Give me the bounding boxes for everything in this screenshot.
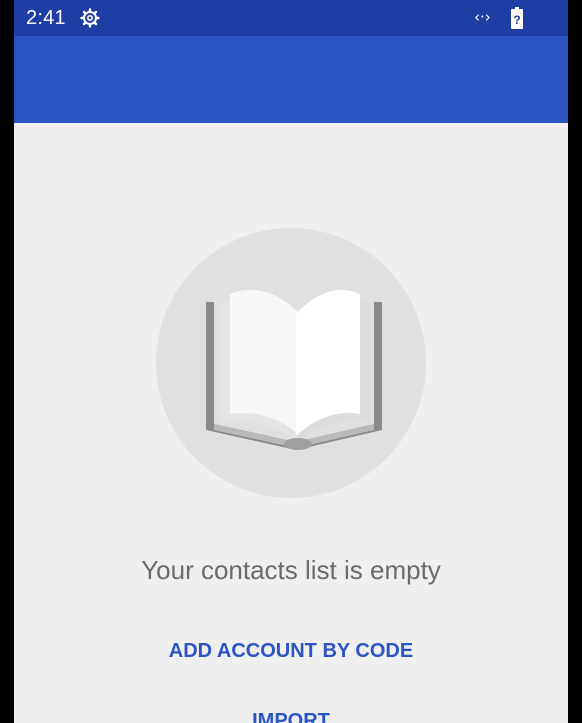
open-book-icon — [206, 289, 382, 450]
screen: 2:41 ‹·› ? Your contacts list is empty A… — [14, 0, 568, 723]
add-account-by-code-button[interactable]: ADD ACCOUNT BY CODE — [14, 640, 568, 663]
battery-icon: ? — [511, 7, 523, 29]
app-bar — [14, 36, 568, 123]
import-button[interactable]: IMPORT — [14, 710, 568, 723]
data-transfer-icon: ‹·› — [474, 8, 491, 26]
status-bar: 2:41 ‹·› ? — [14, 0, 568, 36]
gear-icon — [80, 8, 100, 28]
empty-state-message: Your contacts list is empty — [141, 555, 441, 585]
battery-unknown-glyph: ? — [513, 13, 520, 27]
status-time: 2:41 — [26, 7, 66, 29]
